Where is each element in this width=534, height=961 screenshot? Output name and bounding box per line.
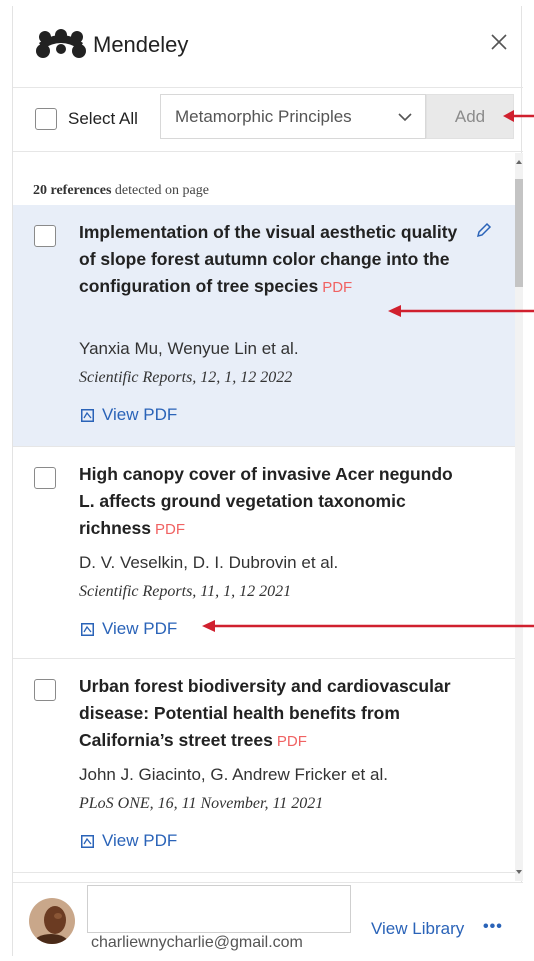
view-pdf-label: View PDF: [102, 405, 178, 424]
reference-item[interactable]: Implementation of the visual aesthetic q…: [13, 205, 515, 447]
mendeley-logo-icon: [36, 29, 86, 58]
reference-title[interactable]: Implementation of the visual aesthetic q…: [79, 219, 459, 301]
reference-authors: D. V. Veselkin, D. I. Dubrovin et al.: [79, 553, 339, 572]
reference-list: 20 references detected on page Implement…: [13, 153, 515, 881]
pdf-tag: PDF: [154, 521, 185, 538]
reference-authors: Yanxia Mu, Wenyue Lin et al.: [79, 339, 299, 358]
collection-dropdown[interactable]: Metamorphic Principles: [160, 94, 426, 139]
reference-journal: PLoS ONE, 16, 11 November, 11 2021: [79, 795, 324, 812]
chevron-down-icon: [398, 113, 412, 122]
view-library-link[interactable]: View Library: [371, 919, 464, 939]
add-button[interactable]: Add: [426, 94, 514, 139]
select-all-checkbox[interactable]: [35, 108, 57, 130]
collection-dropdown-value: Metamorphic Principles: [175, 107, 352, 126]
scrollbar-thumb[interactable]: [515, 179, 523, 287]
brand-name: Mendeley: [93, 32, 189, 57]
annotation-arrow-icon: [202, 620, 534, 632]
pdf-file-icon: [81, 408, 94, 422]
pdf-file-icon: [81, 834, 94, 848]
reference-count-text: detected on page: [111, 183, 209, 198]
panel-footer: charliewnycharlie@gmail.com View Library…: [13, 882, 523, 956]
pdf-tag: PDF: [276, 733, 307, 750]
account-overlay-box: [87, 885, 351, 933]
pdf-file-icon: [81, 622, 94, 636]
user-email: charliewnycharlie@gmail.com: [91, 934, 303, 951]
reference-title-text: Implementation of the visual aesthetic q…: [79, 222, 458, 296]
annotation-arrow-icon: [388, 305, 534, 317]
close-icon[interactable]: [487, 30, 511, 54]
reference-authors: John J. Giacinto, G. Andrew Fricker et a…: [79, 765, 388, 784]
view-pdf-link[interactable]: View PDF: [81, 831, 177, 851]
scroll-down-arrow-icon[interactable]: [515, 865, 523, 879]
avatar[interactable]: [29, 898, 75, 944]
toolbar: Select All Metamorphic Principles Add: [13, 88, 523, 152]
view-pdf-link[interactable]: View PDF: [81, 405, 177, 425]
reference-count: 20 references detected on page: [33, 183, 209, 199]
reference-checkbox[interactable]: [34, 679, 56, 701]
view-pdf-link[interactable]: View PDF: [81, 619, 177, 639]
view-pdf-label: View PDF: [102, 619, 178, 638]
panel-header: Mendeley: [13, 6, 523, 88]
reference-journal: Scientific Reports, 12, 1, 12 2022: [79, 369, 293, 386]
reference-checkbox[interactable]: [34, 467, 56, 489]
reference-item[interactable]: Urban forest biodiversity and cardiovasc…: [13, 659, 515, 873]
pdf-tag: PDF: [322, 279, 353, 296]
scroll-up-arrow-icon[interactable]: [515, 155, 523, 169]
reference-journal: Scientific Reports, 11, 1, 12 2021: [79, 583, 292, 600]
reference-title-text: High canopy cover of invasive Acer negun…: [79, 464, 453, 538]
mendeley-panel: Mendeley Select All Metamorphic Principl…: [12, 6, 523, 956]
reference-title-text: Urban forest biodiversity and cardiovasc…: [79, 676, 451, 750]
reference-title[interactable]: Urban forest biodiversity and cardiovasc…: [79, 673, 479, 755]
scrollbar[interactable]: [515, 153, 523, 881]
select-all-label[interactable]: Select All: [68, 109, 138, 129]
annotation-arrow-icon: [503, 110, 534, 122]
edit-pencil-icon[interactable]: [475, 221, 493, 239]
reference-title[interactable]: High canopy cover of invasive Acer negun…: [79, 461, 459, 543]
more-options-button[interactable]: •••: [483, 918, 503, 936]
view-pdf-label: View PDF: [102, 831, 178, 850]
reference-count-number: 20 references: [33, 183, 112, 198]
reference-checkbox[interactable]: [34, 225, 56, 247]
